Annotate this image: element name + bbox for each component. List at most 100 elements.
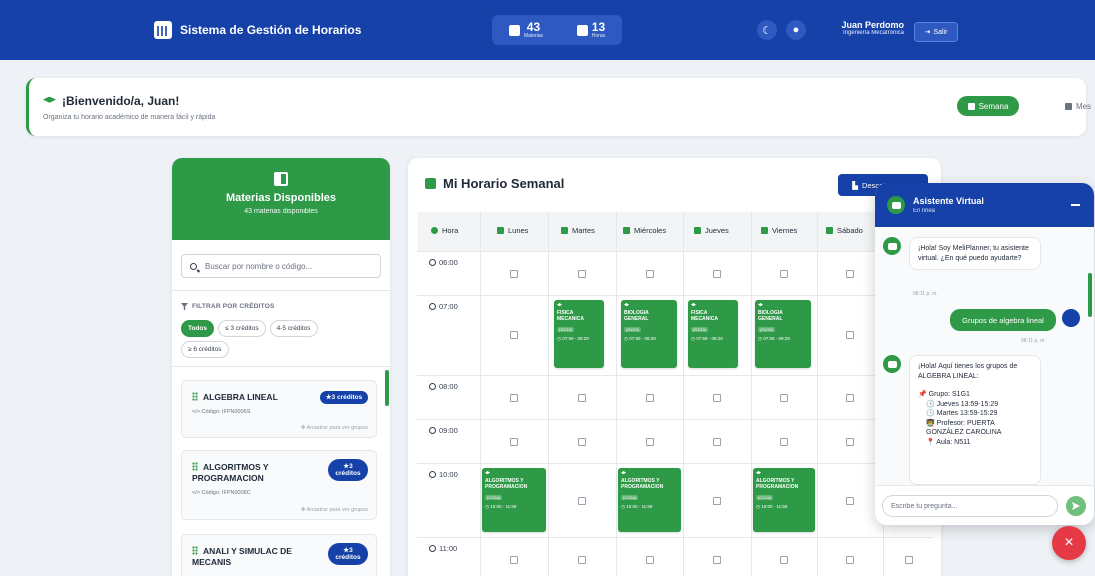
top-navbar: Sistema de Gestión de Horarios 43 Materi… xyxy=(0,0,1095,60)
bot-intro: ¡Hola! Aquí tienes los grupos de ALGEBRA… xyxy=(918,363,1018,380)
class-block[interactable]: BIOLOGIA GENERAL (S1G3) ◷ 07:59 - 09:29 xyxy=(621,300,677,368)
empty-slot[interactable] xyxy=(713,556,721,564)
stat-value: 13 xyxy=(591,20,606,34)
empty-slot[interactable] xyxy=(780,270,788,278)
class-name: ALGORITMOS Y PROGRAMACION xyxy=(621,478,664,490)
empty-slot[interactable] xyxy=(780,394,788,402)
course-card[interactable]: ALGEBRA LINEAL ★ 3 créditos </> Código: … xyxy=(181,380,377,438)
drag-handle-icon xyxy=(192,546,198,555)
view-week-button[interactable]: Semana xyxy=(957,96,1019,116)
avatar[interactable]: ● xyxy=(786,20,806,40)
empty-slot[interactable] xyxy=(713,438,721,446)
time-label: 06:00 xyxy=(429,258,458,267)
empty-slot[interactable] xyxy=(646,270,654,278)
empty-slot[interactable] xyxy=(780,438,788,446)
chat-status: En línea xyxy=(913,208,936,214)
empty-slot[interactable] xyxy=(578,438,586,446)
empty-slot[interactable] xyxy=(713,270,721,278)
class-name: BIOLOGIA GENERAL xyxy=(624,310,649,322)
dark-mode-button[interactable]: ☾ xyxy=(757,20,777,40)
filter-chip-all[interactable]: Todos xyxy=(181,320,215,337)
empty-slot[interactable] xyxy=(713,497,721,505)
welcome-card: ¡Bienvenido/a, Juan! Organiza tu horario… xyxy=(26,78,1091,136)
empty-slot[interactable] xyxy=(713,394,721,402)
filter-chip-le3[interactable]: ≤ 3 créditos xyxy=(218,320,266,337)
grid-line xyxy=(417,537,932,538)
empty-slot[interactable] xyxy=(646,394,654,402)
time-label: 08:00 xyxy=(429,382,458,391)
view-month-button[interactable]: Mes xyxy=(1053,96,1095,116)
class-block[interactable]: BIOLOGIA GENERAL (S1G3) ◷ 07:59 - 09:29 xyxy=(755,300,811,368)
empty-slot[interactable] xyxy=(646,556,654,564)
stat-value: 43 xyxy=(526,20,541,34)
chat-footer xyxy=(875,485,1094,525)
divider xyxy=(172,290,390,291)
time-text: 11:00 xyxy=(439,544,458,553)
sidebar-scrollbar[interactable] xyxy=(385,370,389,406)
time-text: 07:00 xyxy=(439,302,458,311)
slot-line: 🕓 Martes 13:59-15:29 xyxy=(926,410,998,417)
empty-slot[interactable] xyxy=(578,497,586,505)
empty-slot[interactable] xyxy=(846,556,854,564)
course-card[interactable]: ALGORITMOS Y PROGRAMACION ★3 créditos </… xyxy=(181,450,377,520)
class-block[interactable]: FISICA MECANICA (S1G3) ◷ 07:59 - 09:29 xyxy=(688,300,738,368)
stats-pill: 43 Materias 13 Horas xyxy=(492,15,622,45)
empty-slot[interactable] xyxy=(846,394,854,402)
empty-slot[interactable] xyxy=(510,394,518,402)
clock-icon xyxy=(429,383,436,390)
course-code: </> Código: IFPN0006S xyxy=(192,409,251,415)
empty-slot[interactable] xyxy=(510,438,518,446)
logout-button[interactable]: ⇥ Salir xyxy=(914,22,958,42)
user-avatar xyxy=(1062,309,1080,327)
send-button[interactable] xyxy=(1066,496,1086,516)
empty-slot[interactable] xyxy=(578,556,586,564)
class-time-text: 07:59 - 09:29 xyxy=(562,336,589,341)
class-block[interactable]: ALGORITMOS Y PROGRAMACION (C1G4) ◷ 10:00… xyxy=(618,468,681,532)
day-label: Jueves xyxy=(705,226,729,235)
empty-slot[interactable] xyxy=(846,270,854,278)
search-input[interactable] xyxy=(205,261,365,271)
empty-slot[interactable] xyxy=(846,497,854,505)
close-chat-button[interactable]: × xyxy=(1052,526,1086,560)
course-code: </> Código: IFPN0008C xyxy=(192,490,251,496)
empty-slot[interactable] xyxy=(905,556,913,564)
grid-line xyxy=(417,251,932,252)
empty-slot[interactable] xyxy=(846,438,854,446)
chat-messages: ¡Hola! Soy MeliPlanner, tu asistente vir… xyxy=(875,227,1094,485)
class-block[interactable]: ALGORITMOS Y PROGRAMACION (C1G4) ◷ 10:00… xyxy=(753,468,815,532)
grid-line xyxy=(417,419,932,420)
class-block[interactable]: FISICA MECANICA (S1G3) ◷ 07:59 - 09:29 xyxy=(554,300,604,368)
drag-hint-text: Arrastrar para ver grupos xyxy=(306,425,368,431)
credits-number: 3 xyxy=(349,463,353,470)
class-time: ◷ 07:59 - 09:29 xyxy=(758,336,790,341)
class-time-text: 07:59 - 09:29 xyxy=(763,336,790,341)
clock-icon xyxy=(429,545,436,552)
empty-slot[interactable] xyxy=(510,331,518,339)
empty-slot[interactable] xyxy=(646,438,654,446)
credits-label: 3 créditos xyxy=(331,394,363,401)
user-info: Juan Perdomo Ingeniería Mecatrónica xyxy=(812,20,904,36)
course-card[interactable]: ANALI Y SIMULAC DE MECANIS ★3 créditos xyxy=(181,534,377,576)
credits-word: créditos xyxy=(335,470,361,477)
empty-slot[interactable] xyxy=(578,270,586,278)
robot-icon xyxy=(887,196,905,214)
empty-slot[interactable] xyxy=(510,556,518,564)
filter-chip-4-5[interactable]: 4-5 créditos xyxy=(269,320,318,337)
class-name: FISICA MECANICA xyxy=(557,310,584,322)
empty-slot[interactable] xyxy=(780,556,788,564)
drag-hint: ✥ Arrastrar para ver grupos xyxy=(300,425,368,431)
empty-slot[interactable] xyxy=(510,270,518,278)
filter-chip-ge6[interactable]: ≥ 6 créditos xyxy=(181,341,229,358)
time-label: 07:00 xyxy=(429,302,458,311)
chat-input[interactable] xyxy=(882,495,1058,517)
empty-slot[interactable] xyxy=(846,331,854,339)
class-block[interactable]: ALGORITMOS Y PROGRAMACION (C1G4) ◷ 10:00… xyxy=(482,468,546,532)
day-label: Martes xyxy=(572,226,595,235)
graduation-cap-icon xyxy=(557,303,562,307)
drag-handle-icon xyxy=(192,392,198,401)
chat-scrollbar[interactable] xyxy=(1088,273,1092,317)
class-group: (C1G4) xyxy=(756,495,774,500)
minimize-icon[interactable] xyxy=(1071,204,1080,206)
day-label: Miércoles xyxy=(634,226,667,235)
empty-slot[interactable] xyxy=(578,394,586,402)
